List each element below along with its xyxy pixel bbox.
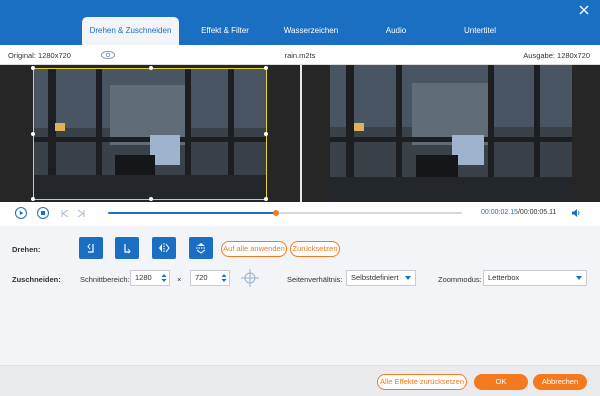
close-icon[interactable] bbox=[578, 4, 590, 16]
video-frame-output bbox=[302, 65, 600, 202]
crop-handle[interactable] bbox=[31, 132, 35, 136]
crop-frame[interactable] bbox=[31, 66, 268, 201]
height-spinner-icon[interactable] bbox=[221, 273, 227, 283]
rotate-right-icon bbox=[124, 244, 131, 254]
crop-height-input[interactable]: 720 bbox=[190, 270, 230, 286]
cancel-button[interactable]: Abbrechen bbox=[533, 374, 587, 390]
crop-handle[interactable] bbox=[31, 197, 35, 201]
footer-bar: Alle Effekte zurücksetzen OK Abbrechen bbox=[0, 365, 600, 396]
crop-handle[interactable] bbox=[264, 66, 268, 70]
ok-button[interactable]: OK bbox=[474, 374, 528, 390]
aspect-ratio-select[interactable]: Selbstdefiniert bbox=[346, 270, 416, 286]
flip-vertical-icon bbox=[196, 243, 206, 254]
flip-horizontal-button[interactable] bbox=[152, 237, 176, 259]
crop-label: Zuschneiden: bbox=[12, 275, 61, 284]
progress-fill bbox=[108, 212, 277, 214]
reset-rotate-button[interactable]: Zurücksetzen bbox=[290, 241, 340, 257]
crop-area-label: Schnittbereich: bbox=[80, 275, 130, 284]
times-sign: × bbox=[177, 275, 182, 284]
next-frame-icon[interactable] bbox=[77, 209, 86, 218]
volume-icon[interactable] bbox=[571, 208, 581, 218]
crop-handle[interactable] bbox=[31, 66, 35, 70]
tab-watermark[interactable]: Wasserzeichen bbox=[275, 17, 347, 45]
play-button[interactable] bbox=[15, 207, 27, 219]
tab-effect-filter[interactable]: Effekt & Filter bbox=[190, 17, 260, 45]
aspect-ratio-label: Seitenverhältnis: bbox=[287, 275, 343, 284]
crop-handle[interactable] bbox=[149, 197, 153, 201]
chevron-down-icon bbox=[405, 276, 411, 280]
crop-handle[interactable] bbox=[264, 197, 268, 201]
crop-handle[interactable] bbox=[149, 66, 153, 70]
tab-audio[interactable]: Audio bbox=[378, 17, 414, 45]
file-name: rain.m2ts bbox=[284, 51, 316, 60]
zoom-mode-value: Letterbox bbox=[488, 273, 520, 282]
rotate-label: Drehen: bbox=[12, 245, 41, 254]
progress-knob[interactable] bbox=[273, 210, 280, 216]
output-resolution: Ausgabe: 1280x720 bbox=[523, 51, 590, 60]
stop-button[interactable] bbox=[37, 207, 49, 219]
center-crop-icon[interactable] bbox=[240, 268, 260, 288]
apply-to-all-button[interactable]: Auf alle anwenden bbox=[221, 241, 287, 257]
tab-rotate-crop[interactable]: Drehen & Zuschneiden bbox=[82, 17, 179, 45]
current-time: 00:00:02.15 bbox=[481, 209, 518, 216]
tab-bar: Drehen & Zuschneiden Effekt & Filter Was… bbox=[0, 0, 600, 45]
original-preview bbox=[0, 65, 300, 202]
output-preview bbox=[302, 65, 600, 202]
play-icon bbox=[19, 210, 24, 216]
aspect-ratio-value: Selbstdefiniert bbox=[351, 273, 399, 282]
info-bar: Original: 1280x720 rain.m2ts Ausgabe: 12… bbox=[0, 45, 600, 65]
crop-height-value: 720 bbox=[195, 273, 208, 282]
playback-bar: 00:00:02.15/00:00:05.11 bbox=[0, 202, 600, 226]
crop-width-value: 1280 bbox=[135, 273, 152, 282]
zoom-mode-select[interactable]: Letterbox bbox=[483, 270, 587, 286]
stop-icon bbox=[41, 211, 45, 215]
rotate-left-icon bbox=[87, 243, 94, 253]
rotate-left-button[interactable] bbox=[79, 237, 103, 259]
video-preview bbox=[0, 65, 600, 202]
tab-subtitle[interactable]: Untertitel bbox=[458, 17, 502, 45]
crop-handle[interactable] bbox=[264, 132, 268, 136]
total-time: /00:00:05.11 bbox=[517, 209, 557, 216]
video-editor-window: Drehen & Zuschneiden Effekt & Filter Was… bbox=[0, 0, 600, 396]
progress-track[interactable] bbox=[108, 210, 462, 216]
reset-all-effects-button[interactable]: Alle Effekte zurücksetzen bbox=[377, 374, 467, 390]
previous-frame-icon[interactable] bbox=[60, 209, 69, 218]
chevron-down-icon bbox=[576, 276, 582, 280]
crop-width-input[interactable]: 1280 bbox=[130, 270, 170, 286]
zoom-mode-label: Zoommodus: bbox=[438, 275, 482, 284]
flip-vertical-button[interactable] bbox=[189, 237, 213, 259]
time-display: 00:00:02.15/00:00:05.11 bbox=[481, 209, 556, 216]
width-spinner-icon[interactable] bbox=[161, 273, 167, 283]
flip-horizontal-icon bbox=[159, 243, 170, 253]
rotate-right-button[interactable] bbox=[115, 237, 139, 259]
